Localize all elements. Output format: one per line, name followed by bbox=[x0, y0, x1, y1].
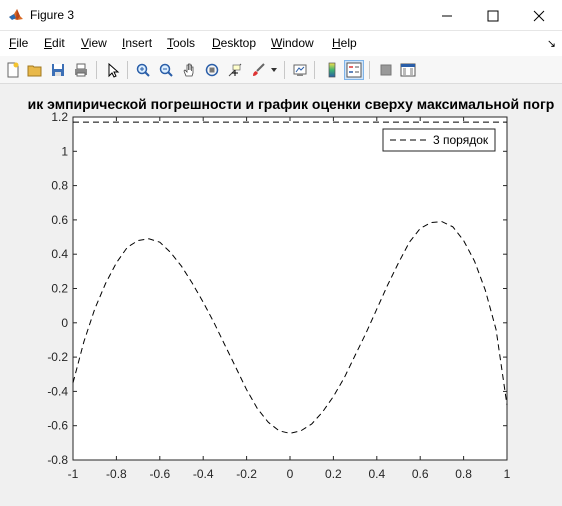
x-tick-label: 0.2 bbox=[325, 467, 342, 481]
y-tick-label: -0.2 bbox=[47, 350, 68, 364]
y-tick-label: 0.6 bbox=[51, 213, 68, 227]
y-tick-label: 0.8 bbox=[51, 179, 68, 193]
x-tick-label: -0.8 bbox=[106, 467, 127, 481]
x-tick-label: 0.8 bbox=[455, 467, 472, 481]
y-tick-label: 0.4 bbox=[51, 247, 68, 261]
x-tick-label: 0 bbox=[287, 467, 294, 481]
legend-label: 3 порядок bbox=[433, 133, 489, 147]
x-tick-label: -0.2 bbox=[236, 467, 257, 481]
y-tick-label: 0.2 bbox=[51, 282, 68, 296]
chart-title-wrap: ик эмпирической погрешности и график оце… bbox=[0, 96, 562, 112]
x-tick-label: 0.4 bbox=[368, 467, 385, 481]
x-tick-label: 1 bbox=[504, 467, 511, 481]
x-tick-label: 0.6 bbox=[412, 467, 429, 481]
chart-title: ик эмпирической погрешности и график оце… bbox=[27, 96, 555, 112]
y-tick-label: -0.4 bbox=[47, 384, 68, 398]
x-tick-label: -0.4 bbox=[193, 467, 214, 481]
y-tick-label: 1.2 bbox=[51, 110, 68, 124]
plot-area[interactable] bbox=[72, 116, 508, 461]
y-tick-label: -0.6 bbox=[47, 419, 68, 433]
legend[interactable]: 3 порядок bbox=[382, 128, 496, 152]
x-tick-label: -1 bbox=[68, 467, 79, 481]
y-tick-label: 0 bbox=[61, 316, 68, 330]
chart-svg: -0.8-0.6-0.4-0.200.20.40.60.811.2 -1 -0.8… bbox=[47, 110, 511, 481]
y-tick-label: -0.8 bbox=[47, 453, 68, 467]
x-tick-label: -0.6 bbox=[149, 467, 170, 481]
y-tick-label: 1 bbox=[61, 144, 68, 158]
